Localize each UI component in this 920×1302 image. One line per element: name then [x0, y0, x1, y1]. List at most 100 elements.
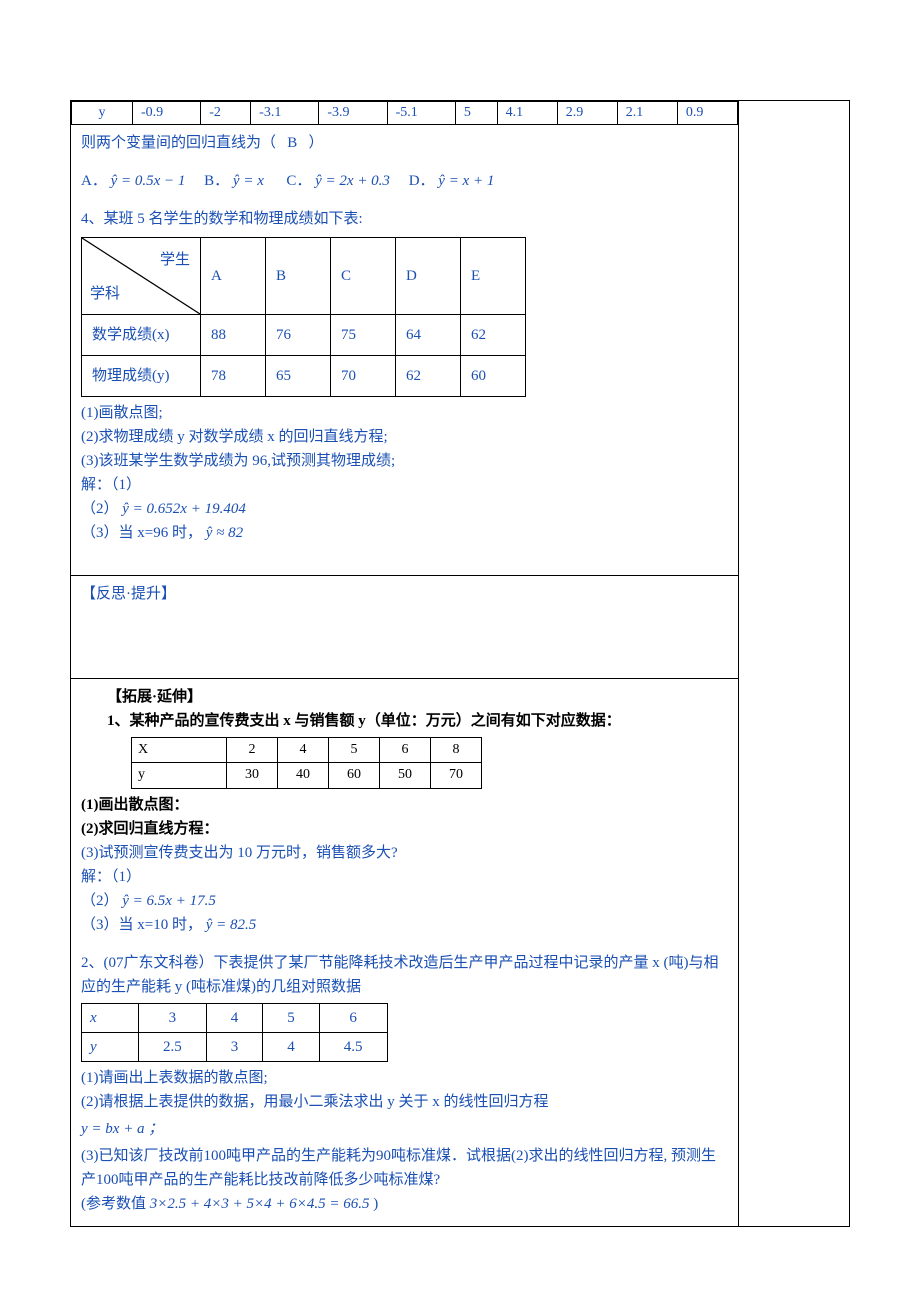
top-y-v9: 0.9: [677, 102, 737, 125]
q3-stem-suffix: ）: [309, 135, 324, 151]
ext-p3: (3)试预测宣传费支出为 10 万元时，销售额多大?: [81, 841, 728, 865]
t1-r2: 40: [278, 763, 329, 788]
r2-4: 60: [461, 356, 526, 397]
opt-c-eq: ŷ = 2x + 0.3: [315, 173, 390, 189]
t2-r4: 4.5: [319, 1032, 387, 1061]
t1-h0: X: [132, 738, 227, 763]
top-y-v7: 2.9: [557, 102, 617, 125]
t1-h2: 4: [278, 738, 329, 763]
row2-label: 物理成绩(y): [82, 356, 201, 397]
top-y-v2: -3.1: [251, 102, 319, 125]
opt-d-label: D．: [409, 173, 435, 189]
ext-p1: (1)画出散点图：: [81, 793, 728, 817]
ext-q2-stem: 2、(07广东文科卷）下表提供了某厂节能降耗技术改造后生产甲产品过程中记录的产量…: [81, 951, 728, 999]
r1-0: 88: [201, 315, 266, 356]
r2-0: 78: [201, 356, 266, 397]
t2-r0: y: [82, 1032, 139, 1061]
ext-sol2-prefix: （2）: [81, 893, 119, 909]
t1-r5: 70: [431, 763, 482, 788]
ext-table-2: x 3 4 5 6 y 2.5 3 4 4.5: [81, 1003, 388, 1062]
t2-h1: 3: [139, 1003, 207, 1032]
q2-p2b: y = bx + a ；: [81, 1117, 728, 1141]
top-y-v0: -0.9: [133, 102, 201, 125]
ref-label: (参考数值: [81, 1196, 146, 1212]
q4-p2: (2)求物理成绩 y 对数学成绩 x 的回归直线方程;: [81, 425, 728, 449]
opt-b-label: B．: [204, 173, 229, 189]
t2-h3: 5: [263, 1003, 320, 1032]
ext-sol3-eq: ŷ = 82.5: [206, 917, 257, 933]
top-y-label: y: [72, 102, 133, 125]
document-frame: y -0.9 -2 -3.1 -3.9 -5.1 5 4.1 2.9 2.1 0…: [70, 100, 850, 1227]
q3-answer: B: [287, 135, 297, 151]
q2-p3: (3)已知该厂技改前100吨甲产品的生产能耗为90吨标准煤．试根据(2)求出的线…: [81, 1144, 728, 1192]
t1-h5: 8: [431, 738, 482, 763]
diag-top-label: 学生: [160, 248, 190, 272]
q2-p2a: (2)请根据上表提供的数据，用最小二乘法求出 y 关于 x 的线性回归方程: [81, 1090, 728, 1114]
ext-title: 【拓展·延伸】: [107, 685, 728, 709]
subject-table: 学生 学科 A B C D E 数学成绩(x) 88 76 75: [81, 237, 526, 397]
r2-3: 62: [396, 356, 461, 397]
row1-label: 数学成绩(x): [82, 315, 201, 356]
r2-1: 65: [266, 356, 331, 397]
diag-bot-label: 学科: [90, 282, 120, 306]
opt-d-eq: ŷ = x + 1: [438, 173, 494, 189]
q4-sol2-eq: ŷ = 0.652x + 19.404: [122, 501, 246, 517]
t2-r2: 3: [206, 1032, 263, 1061]
top-y-v5: 5: [455, 102, 497, 125]
r1-2: 75: [331, 315, 396, 356]
ext-q1-stem: 1、某种产品的宣传费支出 x 与销售额 y（单位：万元）之间有如下对应数据：: [107, 709, 728, 733]
t2-h4: 6: [319, 1003, 387, 1032]
q4-sol3-prefix: （3）当 x=96 时，: [81, 525, 202, 541]
top-y-v3: -3.9: [319, 102, 387, 125]
diag-header-cell: 学生 学科: [82, 238, 201, 315]
t1-r4: 50: [380, 763, 431, 788]
t1-h3: 5: [329, 738, 380, 763]
t1-r3: 60: [329, 763, 380, 788]
t1-r1: 30: [227, 763, 278, 788]
t1-h1: 2: [227, 738, 278, 763]
ext-sol3-prefix: （3）当 x=10 时，: [81, 917, 202, 933]
top-y-v6: 4.1: [497, 102, 557, 125]
q3-block: 则两个变量间的回归直线为（ B ） A． ŷ = 0.5x − 1 B． ŷ =…: [71, 125, 738, 575]
main-column: y -0.9 -2 -3.1 -3.9 -5.1 5 4.1 2.9 2.1 0…: [71, 101, 739, 1226]
ext-sol2-eq: ŷ = 6.5x + 17.5: [122, 893, 216, 909]
col-a: A: [201, 238, 266, 315]
q3-stem-prefix: 则两个变量间的回归直线为（: [81, 135, 276, 151]
extension-section: 【拓展·延伸】 1、某种产品的宣传费支出 x 与销售额 y（单位：万元）之间有如…: [71, 679, 738, 1226]
t2-h2: 4: [206, 1003, 263, 1032]
q4-title: 4、某班 5 名学生的数学和物理成绩如下表:: [81, 207, 728, 231]
opt-b-eq: ŷ = x: [233, 173, 264, 189]
q4-p1: (1)画散点图;: [81, 401, 728, 425]
col-b: B: [266, 238, 331, 315]
t2-h0: x: [82, 1003, 139, 1032]
q4-sol2-prefix: （2）: [81, 501, 119, 517]
opt-a-eq: ŷ = 0.5x − 1: [111, 173, 186, 189]
r2-2: 70: [331, 356, 396, 397]
r1-4: 62: [461, 315, 526, 356]
r1-1: 76: [266, 315, 331, 356]
t2-r1: 2.5: [139, 1032, 207, 1061]
ext-sol-label: 解：（1）: [81, 865, 728, 889]
q4-p3: (3)该班某学生数学成绩为 96,试预测其物理成绩;: [81, 449, 728, 473]
top-y-v4: -5.1: [387, 102, 455, 125]
q4-sol-label: 解：（1）: [81, 473, 728, 497]
t1-r0: y: [132, 763, 227, 788]
ext-table-1: X 2 4 5 6 8 y 30 40 60 50 70: [131, 737, 482, 789]
col-e: E: [461, 238, 526, 315]
col-d: D: [396, 238, 461, 315]
ref-tail: ): [373, 1196, 378, 1212]
top-y-v1: -2: [201, 102, 251, 125]
ref-eq: 3×2.5 + 4×3 + 5×4 + 6×4.5 = 66.5: [150, 1196, 370, 1212]
reflect-title: 【反思·提升】: [81, 586, 176, 602]
t1-h4: 6: [380, 738, 431, 763]
r1-3: 64: [396, 315, 461, 356]
side-column: [739, 101, 849, 1226]
opt-c-label: C．: [286, 173, 311, 189]
q4-sol3-eq: ŷ ≈ 82: [206, 525, 243, 541]
opt-a-label: A．: [81, 173, 107, 189]
top-y-v8: 2.1: [617, 102, 677, 125]
q2-p1: (1)请画出上表数据的散点图;: [81, 1066, 728, 1090]
t2-r3: 4: [263, 1032, 320, 1061]
reflect-section: 【反思·提升】: [71, 575, 738, 679]
top-y-table: y -0.9 -2 -3.1 -3.9 -5.1 5 4.1 2.9 2.1 0…: [71, 101, 738, 125]
